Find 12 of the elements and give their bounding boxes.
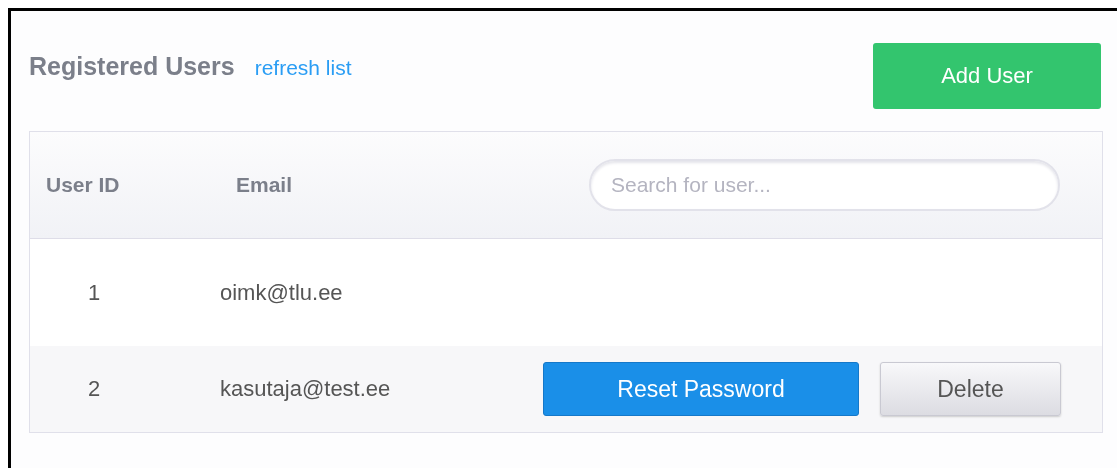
search-field[interactable]: Search for user...	[589, 159, 1060, 211]
refresh-link[interactable]: refresh list	[254, 56, 352, 80]
reset-password-button[interactable]: Reset Password	[543, 362, 859, 416]
column-header: User ID	[45, 173, 121, 197]
add-user-button[interactable]: Add User	[873, 43, 1101, 109]
column-header: Email	[235, 173, 294, 197]
table-cell-text: 1	[86, 279, 102, 306]
section-title: Registered Users	[29, 52, 235, 81]
table-cell-text: oimk@tlu.ee	[220, 279, 344, 306]
table-cell-text: kasutaja@test.ee	[220, 376, 392, 402]
delete-button[interactable]: Delete	[880, 362, 1061, 416]
table-cell-text: 2	[86, 376, 102, 402]
